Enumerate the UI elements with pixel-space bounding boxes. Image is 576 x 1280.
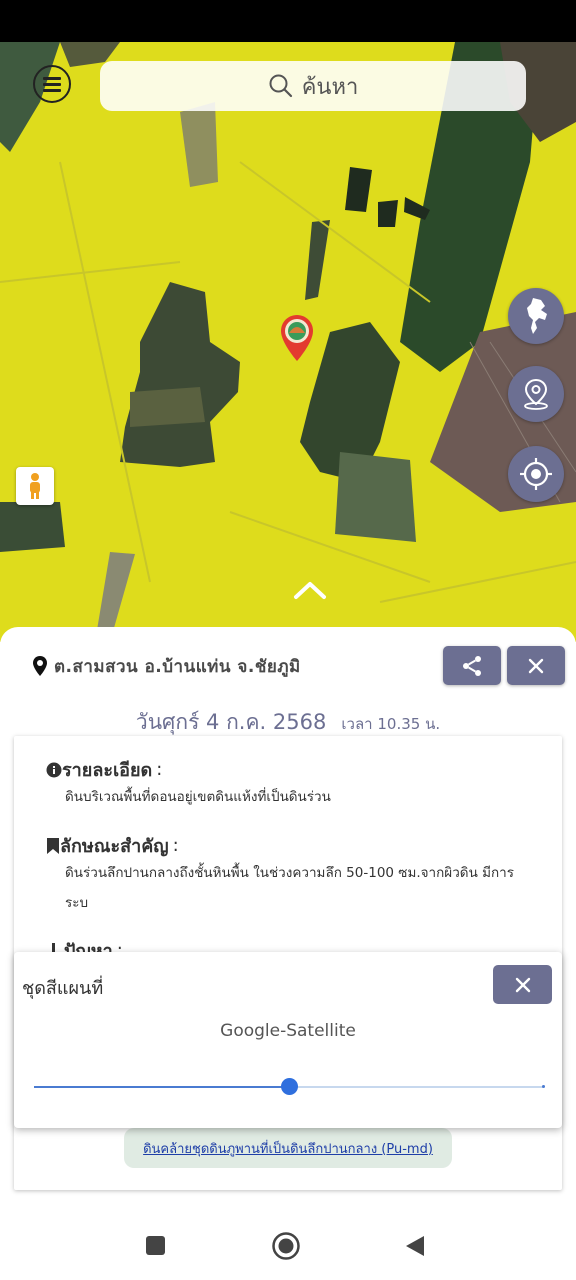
- place-marker-icon: [524, 378, 548, 410]
- crosshair-icon: [520, 458, 552, 490]
- thailand-map-button[interactable]: [508, 288, 564, 344]
- map-style-slider[interactable]: [34, 1078, 545, 1095]
- location-text: ต.สามสวน อ.บ้านแท่น จ.ชัยภูมิ: [54, 656, 301, 677]
- slider-fill: [34, 1086, 289, 1088]
- section-title-colon: :: [156, 759, 163, 780]
- slider-thumb[interactable]: [281, 1078, 298, 1095]
- home-button[interactable]: [271, 1231, 301, 1261]
- close-icon: [515, 977, 530, 992]
- chevron-up-icon[interactable]: [293, 580, 327, 600]
- close-sheet-button[interactable]: [507, 646, 565, 685]
- soil-series-link-pill[interactable]: ดินคล้ายชุดดินภูพานที่เป็นดินลึกปานกลาง …: [124, 1128, 452, 1168]
- date-row: วันศุกร์ 4 ก.ค. 2568 เวลา 10.35 น.: [0, 706, 576, 739]
- map-style-value: Google-Satellite: [220, 1021, 356, 1041]
- search-bar[interactable]: ค้นหา: [100, 61, 526, 111]
- section-title-text: ลักษณะสำคัญ: [60, 836, 169, 857]
- dialog-close-button[interactable]: [493, 965, 552, 1004]
- pegman-icon: [30, 473, 40, 499]
- section-title-features: ลักษณะสำคัญ :: [46, 831, 179, 860]
- location-pin-icon: [33, 656, 47, 676]
- map-style-dialog: ชุดสีแผนที่ Google-Satellite: [14, 952, 562, 1128]
- soil-series-link[interactable]: ดินคล้ายชุดดินภูพานที่เป็นดินลึกปานกลาง …: [143, 1138, 433, 1159]
- my-location-button[interactable]: [508, 446, 564, 502]
- info-icon: [46, 762, 62, 777]
- recents-button[interactable]: [146, 1236, 165, 1255]
- section-body-features: ดินร่วนลึกปานกลางถึงชั้นหินพื้น ในช่วงคว…: [65, 865, 514, 911]
- place-button[interactable]: [508, 366, 564, 422]
- location-marker-icon: [281, 315, 313, 361]
- section-body-details: ดินบริเวณพื้นที่ดอนอยู่เขตดินแห้งที่เป็น…: [65, 789, 331, 805]
- search-icon: [269, 74, 292, 98]
- date-text: วันศุกร์ 4 ก.ค. 2568: [135, 710, 327, 734]
- menu-icon: [43, 77, 61, 92]
- map-marker[interactable]: [279, 313, 315, 367]
- share-button[interactable]: [443, 646, 501, 685]
- section-title-colon: :: [172, 835, 179, 856]
- status-bar: [0, 0, 576, 42]
- thailand-map-icon: [527, 298, 547, 334]
- location-row: ต.สามสวน อ.บ้านแท่น จ.ชัยภูมิ: [32, 654, 301, 678]
- share-icon: [463, 655, 481, 676]
- section-title-text: รายละเอียด: [62, 760, 153, 781]
- bookmark-icon: [47, 837, 59, 854]
- search-placeholder: ค้นหา: [301, 74, 359, 100]
- back-button[interactable]: [404, 1235, 426, 1257]
- slider-end-dot: [542, 1085, 545, 1088]
- navigation-bar: [0, 1210, 576, 1280]
- section-title-details: รายละเอียด :: [46, 755, 162, 784]
- menu-button[interactable]: [33, 65, 71, 103]
- street-view-button[interactable]: [16, 467, 54, 505]
- dialog-title: ชุดสีแผนที่: [22, 978, 104, 999]
- time-text: เวลา 10.35 น.: [341, 715, 441, 733]
- close-icon: [528, 658, 544, 673]
